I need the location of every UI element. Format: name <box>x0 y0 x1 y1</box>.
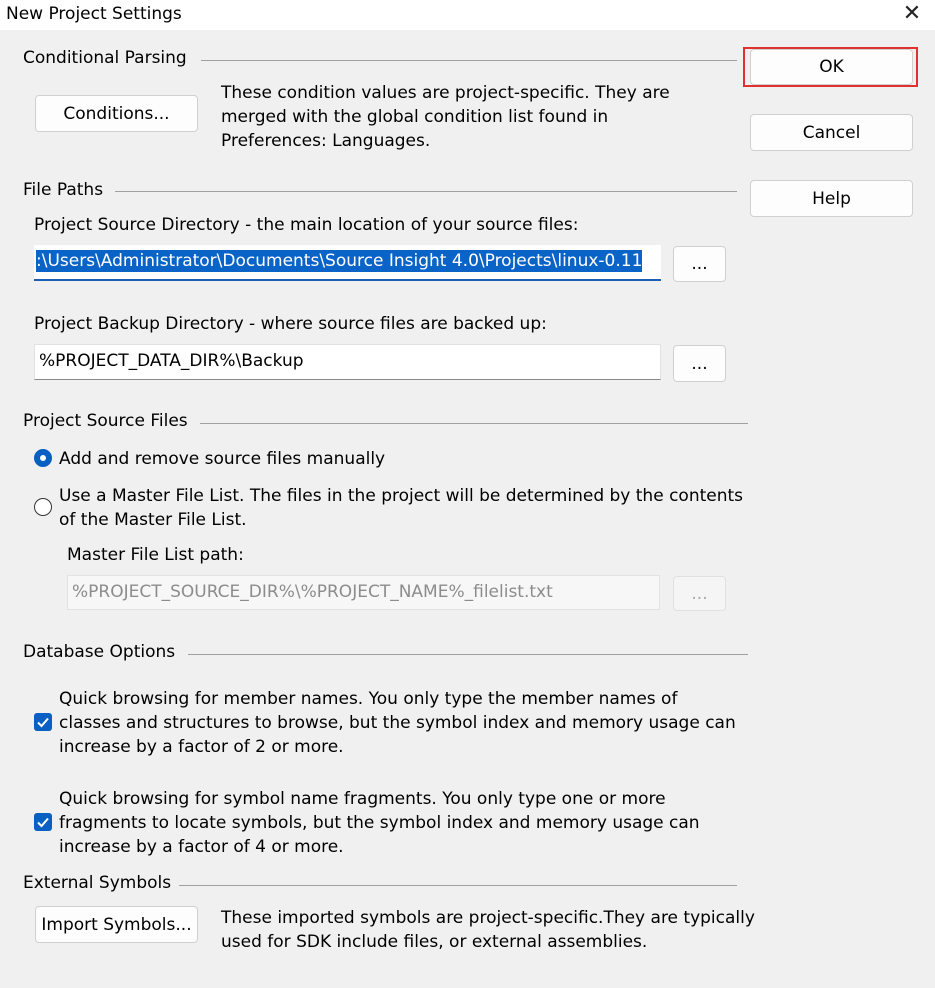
radio-icon[interactable] <box>34 449 52 467</box>
cancel-button[interactable]: Cancel <box>750 114 913 151</box>
window-title: New Project Settings <box>6 4 182 24</box>
member-names-line-2[interactable]: classes and structures to browse, but th… <box>59 711 736 735</box>
section-divider <box>200 423 748 424</box>
checkmark-icon[interactable] <box>34 813 52 831</box>
backup-dir-browse-button[interactable]: ... <box>673 345 726 382</box>
section-divider <box>115 191 737 192</box>
conditions-button[interactable]: Conditions... <box>35 95 198 132</box>
member-names-line-3[interactable]: increase by a factor of 2 or more. <box>59 735 344 759</box>
source-dir-input[interactable]: :\Users\Administrator\Documents\Source I… <box>34 245 661 281</box>
fragments-line-1[interactable]: Quick browsing for symbol name fragments… <box>59 787 666 811</box>
master-option-label-line-1[interactable]: Use a Master File List. The files in the… <box>59 484 743 508</box>
external-symbols-heading: External Symbols <box>23 873 172 893</box>
radio-icon[interactable] <box>34 498 52 516</box>
backup-dir-label: Project Backup Directory - where source … <box>34 314 547 334</box>
checkmark-icon[interactable] <box>34 713 52 731</box>
conditions-desc-line-1: These condition values are project-speci… <box>221 83 670 103</box>
source-files-heading: Project Source Files <box>23 411 188 431</box>
import-symbols-button[interactable]: Import Symbols... <box>35 906 198 943</box>
master-path-browse-button: ... <box>673 576 726 611</box>
manual-option-label[interactable]: Add and remove source files manually <box>59 447 385 471</box>
external-desc-line-2: used for SDK include files, or external … <box>221 932 648 952</box>
section-divider <box>201 60 737 61</box>
fragments-line-3[interactable]: increase by a factor of 4 or more. <box>59 835 344 859</box>
master-option-label-line-2[interactable]: of the Master File List. <box>59 508 247 532</box>
close-icon[interactable]: ✕ <box>900 2 924 26</box>
external-desc-line-1: These imported symbols are project-speci… <box>221 908 755 928</box>
source-dir-value: :\Users\Administrator\Documents\Source I… <box>36 250 643 272</box>
conditions-desc-line-2: merged with the global condition list fo… <box>221 107 609 127</box>
source-dir-browse-button[interactable]: ... <box>673 246 726 282</box>
database-options-heading: Database Options <box>23 642 176 662</box>
section-divider <box>188 654 748 655</box>
master-path-label: Master File List path: <box>67 545 244 565</box>
conditional-parsing-heading: Conditional Parsing <box>23 48 187 68</box>
master-path-input: %PROJECT_SOURCE_DIR%\%PROJECT_NAME%_file… <box>67 575 660 610</box>
section-divider <box>179 885 737 886</box>
source-dir-label: Project Source Directory - the main loca… <box>34 215 579 235</box>
ok-button[interactable]: OK <box>750 49 913 85</box>
file-paths-heading: File Paths <box>23 180 104 200</box>
conditions-desc-line-3: Preferences: Languages. <box>221 131 431 151</box>
member-names-line-1[interactable]: Quick browsing for member names. You onl… <box>59 687 677 711</box>
help-button[interactable]: Help <box>750 180 913 217</box>
fragments-line-2[interactable]: fragments to locate symbols, but the sym… <box>59 811 700 835</box>
backup-dir-input[interactable]: %PROJECT_DATA_DIR%\Backup <box>34 344 661 380</box>
